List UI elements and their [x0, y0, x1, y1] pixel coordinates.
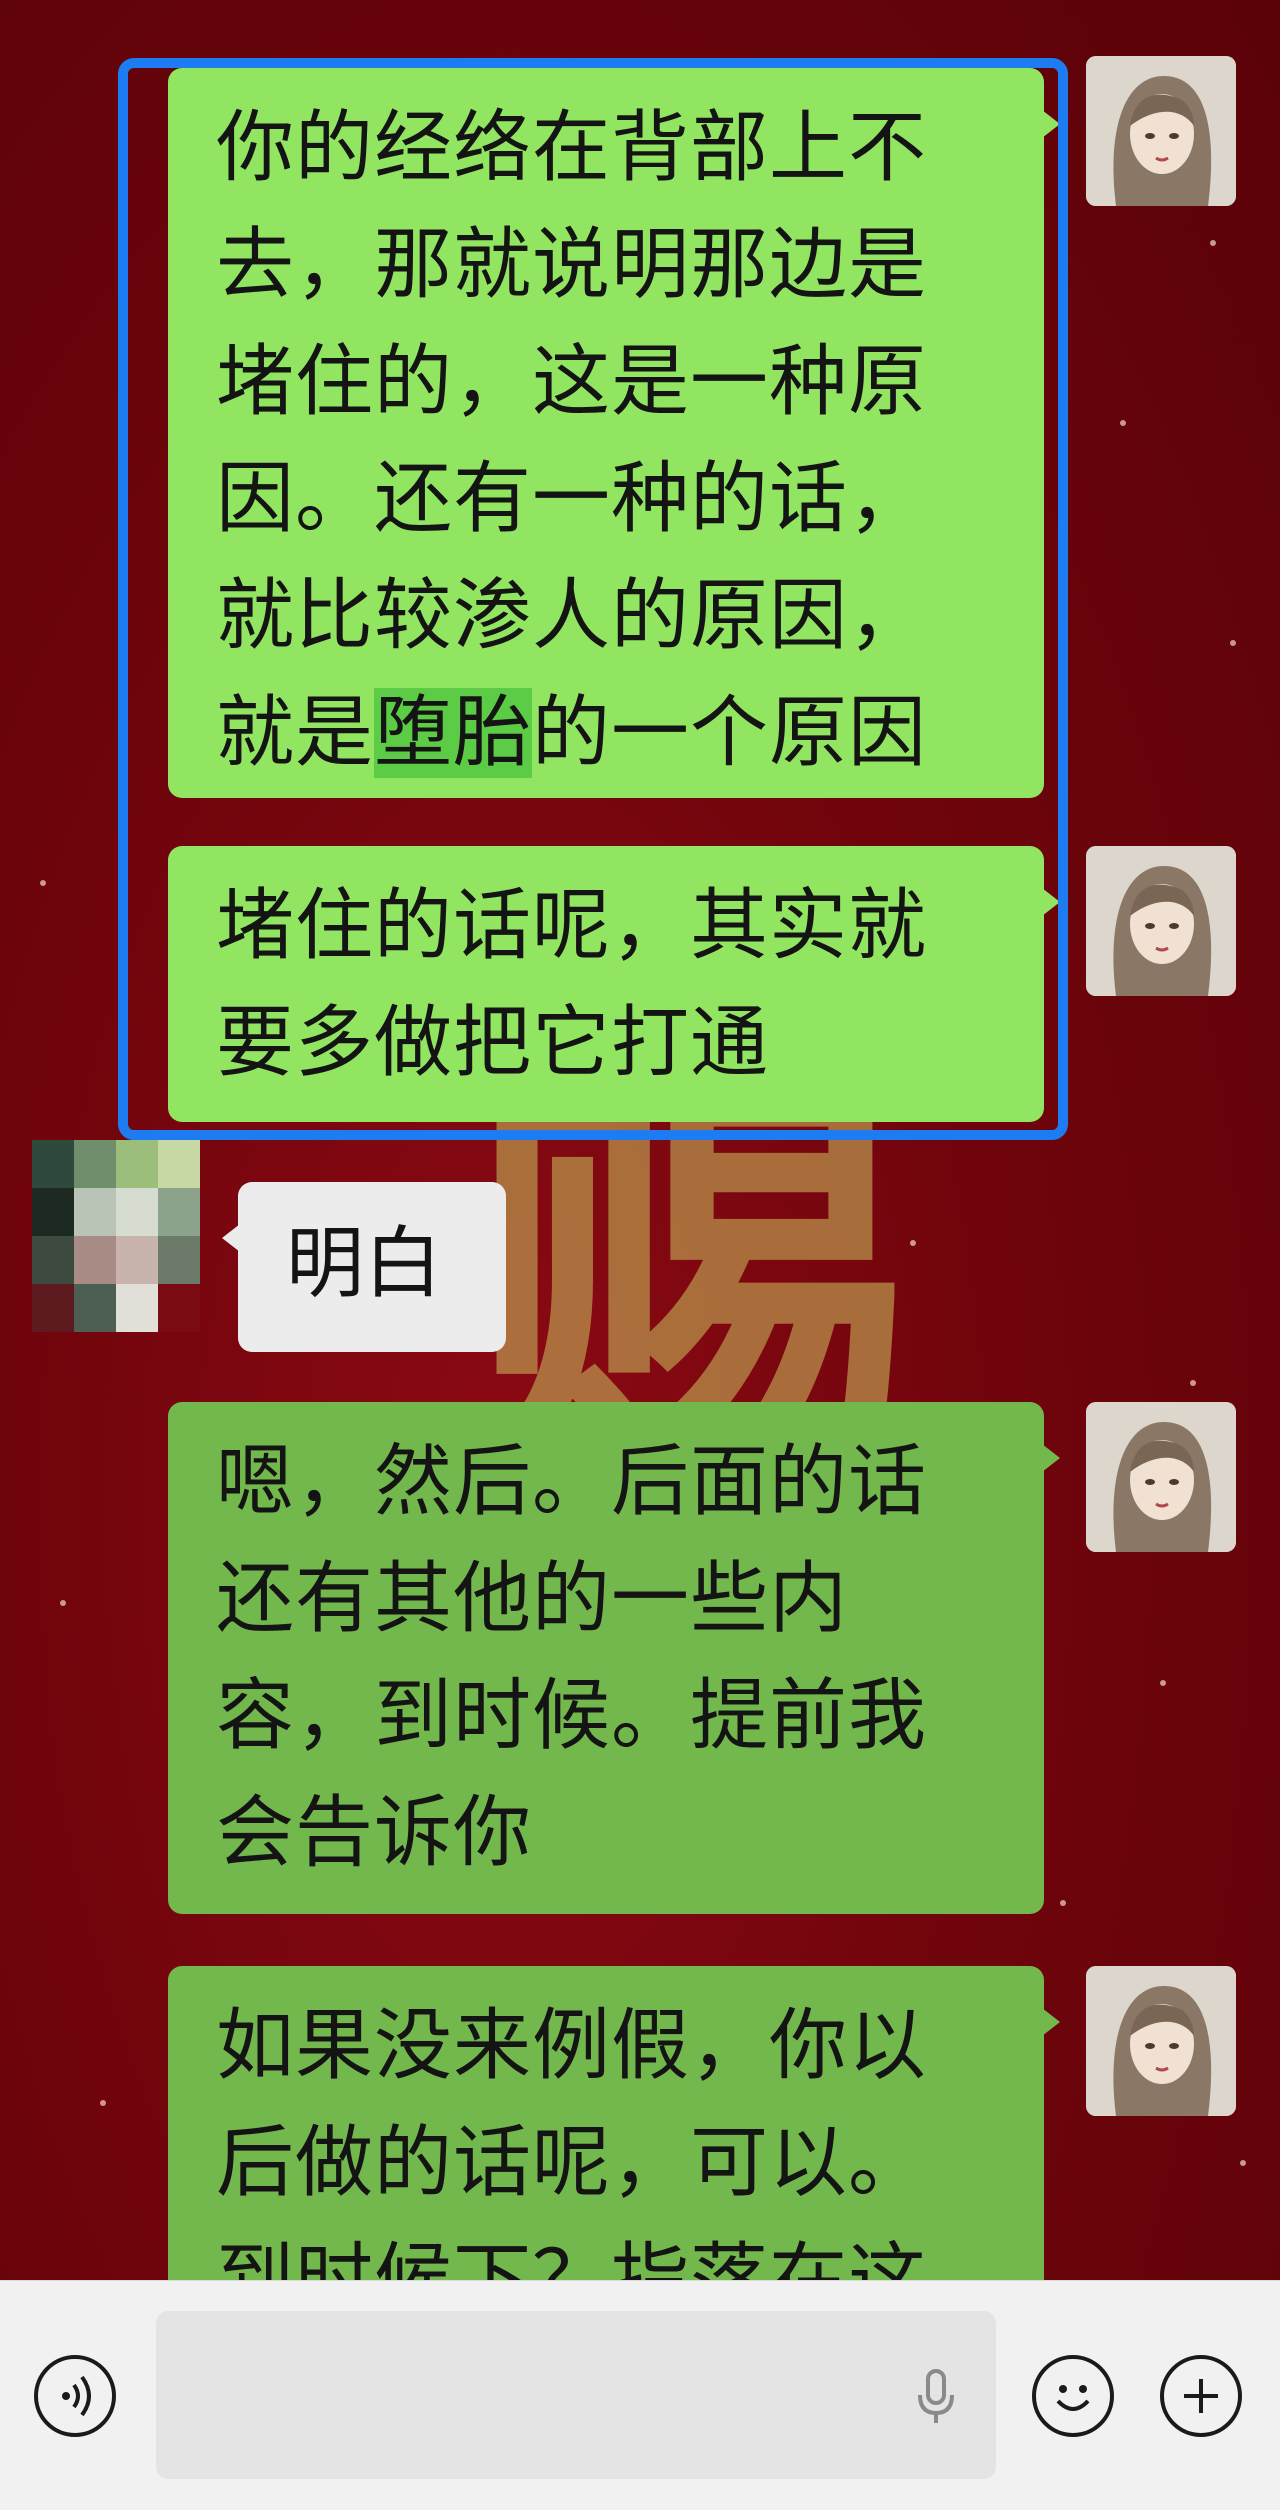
message-text: 的一个原因 — [532, 688, 928, 778]
decor-speck — [100, 2100, 106, 2106]
avatar-portrait-icon — [1086, 1966, 1236, 2116]
voice-icon — [62, 2375, 91, 2417]
avatar-self[interactable] — [1086, 1966, 1236, 2116]
more-actions-button[interactable] — [1160, 2355, 1242, 2437]
avatar-portrait-icon — [1086, 846, 1236, 996]
mic-icon[interactable] — [916, 2369, 956, 2425]
avatar-self[interactable] — [1086, 56, 1236, 206]
plus-icon — [1184, 2379, 1218, 2413]
decor-speck — [1120, 420, 1126, 426]
message-text: 明白 — [286, 1219, 443, 1309]
decor-speck — [1240, 2160, 1246, 2166]
chat-area[interactable]: 赐 你的经络在背部上不去，那就说明那边是堵住的，这是一种原因。还有一种的话，就比… — [0, 0, 1280, 2280]
message-text: 嗯，然后。后面的话还有其他的一些内容，到时候。提前我会告诉你 — [216, 1437, 928, 1878]
avatar-portrait-icon — [1086, 56, 1236, 206]
decor-speck — [1210, 240, 1216, 246]
decor-speck — [1160, 1680, 1166, 1686]
message-bubble-outgoing[interactable]: 你的经络在背部上不去，那就说明那边是堵住的，这是一种原因。还有一种的话，就比较渗… — [168, 68, 1060, 798]
decor-speck — [1190, 1380, 1196, 1386]
avatar-self[interactable] — [1086, 846, 1236, 996]
avatar-portrait-icon — [1086, 1402, 1236, 1552]
message-text: 你的经络在背部上不去，那就说明那边是堵住的，这是一种原因。还有一种的话，就比较渗… — [216, 103, 928, 778]
decor-speck — [40, 880, 46, 886]
decor-speck — [910, 1240, 916, 1246]
voice-toggle-button[interactable] — [34, 2355, 116, 2437]
avatar-self[interactable] — [1086, 1402, 1236, 1552]
highlighted-keyword: 堕胎 — [374, 688, 533, 778]
composer-bar — [0, 2280, 1280, 2510]
message-text: 如果没来例假，你以后做的话呢，可以。到时候下？指落在这 — [216, 2001, 928, 2280]
message-bubble-incoming[interactable]: 明白 — [222, 1182, 506, 1352]
avatar-contact-mosaic[interactable] — [32, 1140, 200, 1332]
message-bubble-outgoing[interactable]: 如果没来例假，你以后做的话呢，可以。到时候下？指落在这 — [168, 1966, 1060, 2280]
message-bubble-outgoing[interactable]: 嗯，然后。后面的话还有其他的一些内容，到时候。提前我会告诉你 — [168, 1402, 1060, 1914]
decor-speck — [1060, 1900, 1066, 1906]
message-bubble-outgoing[interactable]: 堵住的话呢，其实就要多做把它打通 — [168, 846, 1060, 1122]
message-text: 堵住的话呢，其实就要多做把它打通 — [216, 881, 928, 1088]
decor-speck — [60, 1600, 66, 1606]
emoji-icon — [1056, 2385, 1090, 2411]
emoji-button[interactable] — [1032, 2355, 1114, 2437]
message-input[interactable] — [156, 2311, 996, 2479]
decor-speck — [1230, 640, 1236, 646]
